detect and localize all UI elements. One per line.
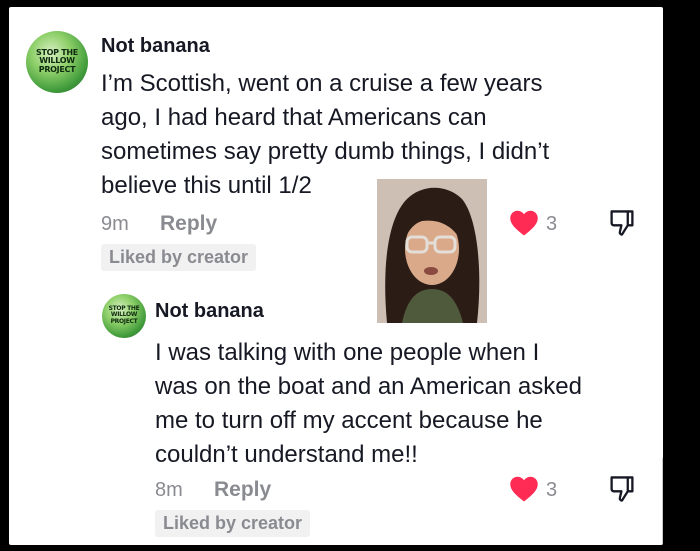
comment-time: 8m	[155, 479, 183, 501]
scrollbar[interactable]	[662, 457, 663, 545]
avatar[interactable]: STOP THE WILLOW PROJECT	[26, 31, 88, 93]
comment-text-line: sometimes say pretty dumb things, I didn…	[101, 138, 550, 165]
creator-video-thumbnail[interactable]	[377, 179, 487, 323]
comment-text-line: was on the boat and an American asked	[155, 373, 582, 400]
comment-author[interactable]: Not banana	[101, 35, 210, 58]
avatar[interactable]: STOP THE WILLOW PROJECT	[102, 294, 146, 338]
like-count: 3	[546, 479, 558, 501]
comment-text-line: ago, I had heard that Americans can	[101, 104, 487, 131]
creator-face-illustration	[377, 179, 487, 323]
avatar-logo-text: STOP THE WILLOW PROJECT	[108, 305, 140, 325]
dislike-icon[interactable]	[608, 208, 636, 238]
reply-button[interactable]: Reply	[160, 212, 217, 236]
dislike-icon[interactable]	[608, 474, 636, 504]
liked-by-creator-badge: Liked by creator	[155, 510, 311, 537]
avatar-logo-text: STOP THE WILLOW PROJECT	[36, 48, 78, 74]
comment-text-line: me to turn off my accent because he	[155, 407, 543, 434]
comment-text-line: I was talking with one people when I	[155, 339, 540, 366]
heart-icon[interactable]	[509, 209, 539, 237]
comment-author[interactable]: Not banana	[155, 300, 264, 323]
comment-text-line: couldn’t understand me!!	[155, 441, 418, 468]
comment-text-line: I’m Scottish, went on a cruise a few yea…	[101, 70, 543, 97]
comment-text: I was talking with one people when I was…	[155, 336, 582, 472]
like-count: 3	[546, 213, 558, 235]
reply-button[interactable]: Reply	[214, 478, 271, 502]
comment-time: 9m	[101, 213, 129, 235]
liked-by-creator-badge: Liked by creator	[101, 244, 257, 271]
comments-panel: STOP THE WILLOW PROJECT Not banana I’m S…	[9, 7, 663, 545]
heart-icon[interactable]	[509, 475, 539, 503]
